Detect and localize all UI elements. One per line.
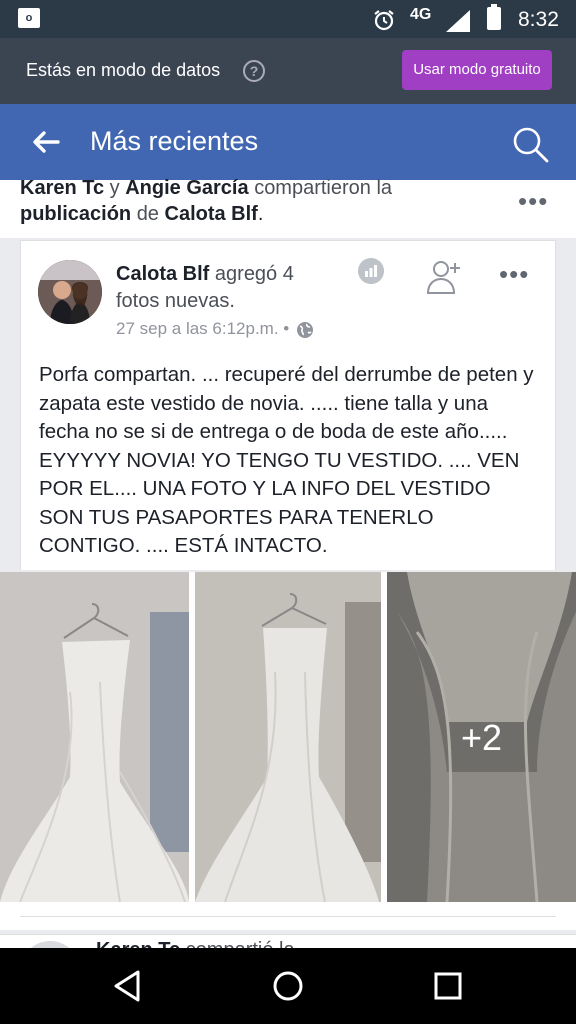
recents-square-icon[interactable] [428, 966, 468, 1006]
share-end: . [257, 203, 264, 225]
back-arrow-icon[interactable] [30, 126, 62, 158]
back-triangle-icon[interactable] [108, 966, 148, 1006]
source-name[interactable]: Calota Blf [165, 203, 258, 225]
next-post-author[interactable]: Karen Tc [96, 939, 180, 948]
outlook-icon: o [18, 8, 40, 28]
alarm-icon [374, 10, 394, 31]
photo-grid: +2 [0, 572, 576, 904]
post-body: Porfa compartan. ... recuperé del derrum… [39, 363, 534, 557]
android-nav-bar [0, 948, 576, 1024]
next-post-avatar[interactable] [20, 941, 80, 948]
share-joiner: y [109, 177, 120, 199]
sharer-name-2[interactable]: Angie García [125, 177, 248, 199]
photo-3[interactable]: +2 [387, 572, 576, 902]
data-mode-message: Estás en modo de datos [26, 60, 221, 80]
share-object[interactable]: publicación [20, 203, 131, 225]
next-post-preview: Karen Tc compartió la [0, 930, 576, 948]
status-bar: o 4G 8:32 [0, 0, 576, 38]
insights-icon[interactable] [358, 258, 384, 284]
signal-icon [446, 10, 470, 32]
post-author-name[interactable]: Calota Blf [116, 263, 209, 285]
sharer-name[interactable]: Karen Tc [20, 177, 104, 199]
post-time-text: 27 sep a las 6:12p.m. • [116, 319, 290, 338]
share-header: Karen Tc y Angie García compartieron la … [0, 177, 576, 238]
add-friend-icon[interactable] [425, 257, 465, 297]
data-mode-banner: Estás en modo de datos ? Usar modo gratu… [0, 38, 576, 104]
divider [20, 916, 556, 917]
share-verb: compartieron la [254, 177, 393, 199]
next-post-card: Karen Tc compartió la [0, 934, 576, 948]
globe-icon [296, 321, 313, 338]
share-description: Karen Tc y Angie García compartieron la … [20, 175, 490, 227]
free-mode-button[interactable]: Usar modo gratuito [402, 50, 552, 90]
help-icon[interactable]: ? [243, 60, 265, 82]
app-header: Más recientes [0, 104, 576, 180]
photo-2[interactable] [195, 572, 381, 902]
clock: 8:32 [518, 8, 559, 31]
page-title: Más recientes [90, 126, 259, 156]
photo-1[interactable] [0, 572, 189, 902]
network-type: 4G [410, 6, 432, 23]
more-options-icon[interactable]: ••• [518, 188, 548, 214]
next-post-verb: compartió la [186, 939, 295, 948]
search-icon[interactable] [510, 124, 550, 164]
post-timestamp[interactable]: 27 sep a las 6:12p.m. • [116, 319, 314, 339]
next-post-header: Karen Tc compartió la [96, 939, 295, 948]
post-header-text: Calota Blf agregó 4 fotos nuevas. [116, 261, 336, 315]
avatar[interactable] [38, 260, 102, 324]
post-more-options-icon[interactable]: ••• [499, 261, 529, 287]
battery-icon [487, 4, 501, 30]
post-card: Calota Blf agregó 4 fotos nuevas. 27 sep… [20, 240, 556, 570]
home-circle-icon[interactable] [268, 966, 308, 1006]
share-prep: de [136, 203, 159, 225]
more-photos-count[interactable]: +2 [387, 717, 576, 759]
